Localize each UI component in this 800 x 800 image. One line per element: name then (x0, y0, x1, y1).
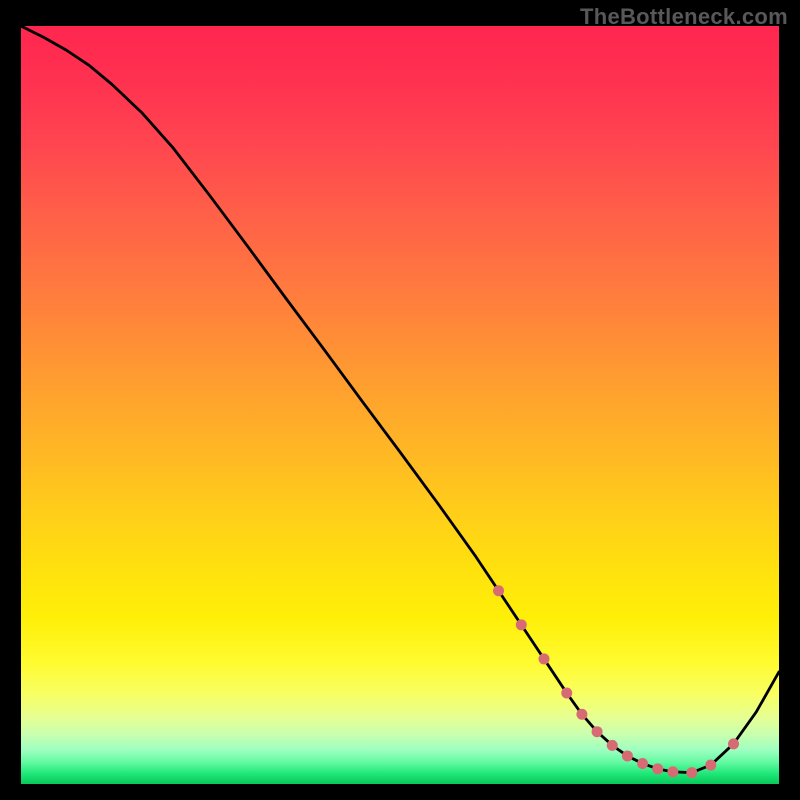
chart-svg (21, 26, 779, 784)
curve-marker (607, 740, 618, 751)
curve-marker (622, 750, 633, 761)
curve-marker (561, 688, 572, 699)
plot-area (21, 26, 779, 784)
watermark-text: TheBottleneck.com (580, 4, 788, 30)
curve-marker (667, 766, 678, 777)
chart-background (21, 26, 779, 784)
curve-marker (705, 760, 716, 771)
curve-marker (637, 758, 648, 769)
curve-marker (516, 619, 527, 630)
chart-container: TheBottleneck.com (0, 0, 800, 800)
curve-marker (493, 585, 504, 596)
curve-marker (686, 767, 697, 778)
curve-marker (576, 709, 587, 720)
curve-marker (652, 763, 663, 774)
curve-marker (592, 726, 603, 737)
curve-marker (539, 653, 550, 664)
curve-marker (728, 738, 739, 749)
